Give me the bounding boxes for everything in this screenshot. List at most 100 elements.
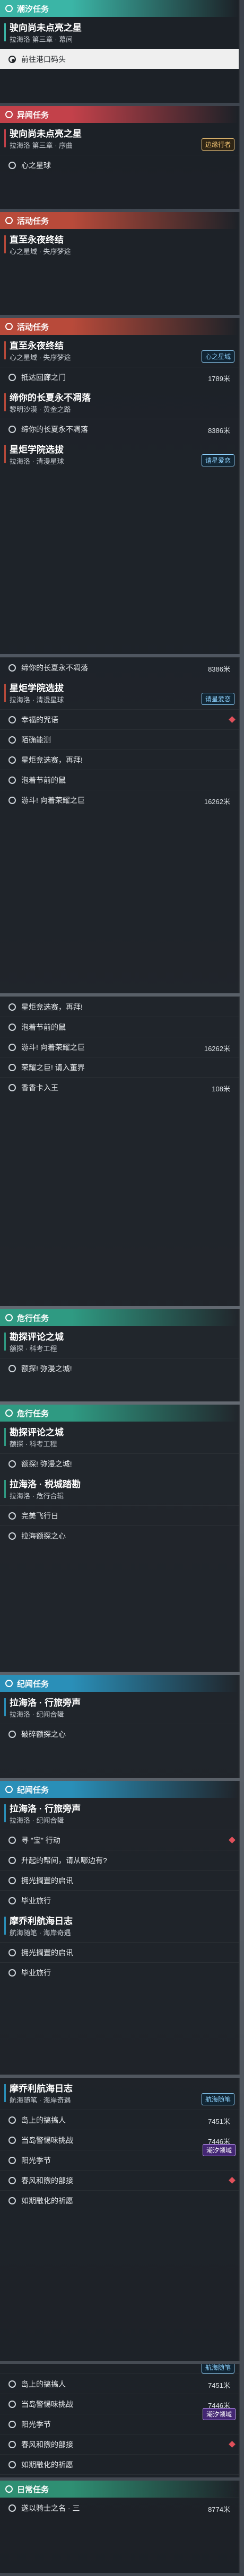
objective-distance: 7451米: [208, 2118, 230, 2125]
objective-ring-icon: [8, 797, 16, 804]
category-header[interactable]: 活动任务: [0, 212, 239, 229]
quest-header[interactable]: 直至永夜终结 心之星域 · 失序梦途 心之星域: [0, 335, 239, 367]
objective-distance: 8774米: [208, 2506, 230, 2513]
quest-objective[interactable]: 荣耀之巨! 请入董界: [0, 1057, 239, 1077]
quest-objective[interactable]: 抵达回廊之门 1789米: [0, 367, 239, 387]
objective-text: 额探! 弥漫之城!: [21, 1459, 72, 1468]
quest-header[interactable]: 驶向尚未点亮之星 拉海洛 第三章 · 幕间: [0, 17, 239, 49]
quest-header[interactable]: 星炬学院选拔 拉海洛 · 清漫星球 请星爱恋: [0, 439, 239, 471]
category-header[interactable]: 危行任务: [0, 1405, 239, 1422]
quest-objective[interactable]: 寻 "宝" 行动: [0, 1830, 239, 1850]
objective-distance: 7451米: [208, 2381, 230, 2389]
quest-objective[interactable]: 拥光搁置的启讯: [0, 1942, 239, 1962]
objective-ring-icon: [8, 716, 16, 724]
quest-objective[interactable]: 春风和煦的部接: [0, 2434, 239, 2454]
quest-badge: 请星爱恋: [201, 693, 234, 705]
quest-subtitle: 拉海洛 第三章 · 序曲: [10, 142, 73, 149]
quest-objective[interactable]: 岛上的搞搞人 7451米: [0, 2110, 239, 2130]
quest-header[interactable]: 拉海洛 · 行旅旁声 拉海洛 · 纪闻合辑: [0, 1798, 239, 1830]
quest-objective[interactable]: 阳光季节: [0, 2150, 239, 2170]
category-header[interactable]: 潮汐任务: [0, 0, 239, 17]
quest-objective[interactable]: 前往港口码头: [0, 49, 239, 69]
quest-objective[interactable]: 完美飞行日: [0, 1505, 239, 1525]
quest-objective[interactable]: 遂以骑士之名 · 三 8774米: [0, 2498, 239, 2518]
quest-header[interactable]: 摩乔利航海日志 航海随笔 · 海岸奇遇 航海随笔: [0, 2078, 239, 2110]
objective-text: 香香卡入王: [21, 1083, 58, 1092]
quest-objective[interactable]: 阳光季节: [0, 2414, 239, 2434]
quest-panel: 纪闻任务 拉海洛 · 行旅旁声 拉海洛 · 纪闻合辑寻 "宝" 行动 升起的帮间，请从…: [0, 1781, 240, 2075]
quest-objective[interactable]: 心之星球: [0, 155, 239, 175]
category-header[interactable]: 活动任务: [0, 318, 239, 335]
quest-objective[interactable]: 陌确能测: [0, 729, 239, 749]
quest-title: 拉海洛 · 行旅旁声: [10, 1698, 81, 1708]
quest-title: 拉海洛 · 行旅旁声: [10, 1804, 81, 1814]
quest-objective[interactable]: 破碎额探之心: [0, 1724, 239, 1744]
quest-objective[interactable]: 毕业旅行: [0, 1962, 239, 1982]
objective-text: 毕业旅行: [21, 1896, 51, 1905]
quest-objective[interactable]: 星炬竞选赛，再拜!: [0, 749, 239, 770]
objective-distance: 1789米: [208, 375, 230, 383]
quest-objective[interactable]: 泡着节前的鼠: [0, 770, 239, 790]
quest-panel: 活动任务直至永夜终结 心之星域 · 失序梦途: [0, 212, 240, 315]
objective-text: 额探! 弥漫之城!: [21, 1364, 72, 1373]
quest-header[interactable]: 直至永夜终结 心之星域 · 失序梦途: [0, 229, 239, 261]
quest-objective[interactable]: 幸福的咒语: [0, 709, 239, 729]
quest-objective[interactable]: 阿忻忆游: [0, 2474, 239, 2477]
quest-header[interactable]: 拉海洛 · 行旅旁声 拉海洛 · 纪闻合辑: [0, 1692, 239, 1724]
quest-accent-bar: [4, 445, 6, 463]
category-header[interactable]: 日常任务: [0, 2481, 239, 2498]
quest-objective[interactable]: 额探! 弥漫之城!: [0, 1358, 239, 1378]
quest-badge: 航海随笔: [201, 2364, 234, 2374]
quest-objective[interactable]: 春风和煦的部接: [0, 2170, 239, 2190]
quest-objective[interactable]: 当岛警惕味挑战 7446米 潮汐领域: [0, 2130, 239, 2156]
quest-subtitle: 拉海洛 · 纪闻合辑: [10, 1710, 64, 1718]
quest-header[interactable]: 拉海洛 · 税城踏勘 拉海洛 · 危行合辑: [0, 1474, 239, 1505]
category-header[interactable]: 危行任务: [0, 1309, 239, 1326]
category-label: 活动任务: [17, 216, 49, 226]
objective-ring-icon: [8, 1512, 16, 1520]
quest-objective[interactable]: 缔你的长夏永不凋落 8386米: [0, 657, 239, 677]
quest-objective[interactable]: 泡着节前的鼠: [0, 1017, 239, 1037]
objective-text: 拉海额探之心: [21, 1531, 66, 1540]
quest-header[interactable]: 勘探评论之城 额探 · 科考工程: [0, 1326, 239, 1358]
quest-log-scroll-strip[interactable]: 潮汐任务 驶向尚未点亮之星 拉海洛 第三章 · 幕间 前往港口码头 异闻任务 驶向尚未点亮…: [0, 0, 244, 2576]
quest-objective[interactable]: 升起的帮间，请从哪边有?: [0, 1850, 239, 1870]
quest-subtitle: 航海随笔 · 海岸奇遇: [10, 2096, 71, 2104]
objective-ring-icon: [8, 2421, 16, 2428]
quest-objective[interactable]: 岛上的搞搞人 7451米: [0, 2374, 239, 2394]
quest-objective[interactable]: 香香卡入王 108米: [0, 1077, 239, 1097]
quest-accent-bar: [4, 1333, 6, 1351]
category-header[interactable]: 纪闻任务: [0, 1781, 239, 1798]
category-icon: [5, 1314, 13, 1321]
quest-objective[interactable]: 星炬竞选赛，再拜!: [0, 996, 239, 1017]
quest-objective[interactable]: 如期融化的祈愿: [0, 2454, 239, 2474]
category-header[interactable]: 异闻任务: [0, 106, 239, 123]
quest-accent-bar: [4, 393, 6, 411]
quest-objective[interactable]: 游斗! 向着荣耀之巨 16262米: [0, 790, 239, 810]
quest-header[interactable]: 摩乔利航海日志 航海随笔 · 海岸奇遇: [0, 1910, 239, 1942]
quest-objective[interactable]: 缔你的长夏永不凋落 8386米: [0, 419, 239, 439]
objective-text: 抵达回廊之门: [21, 373, 66, 382]
quest-header[interactable]: 星炬学院选拔 拉海洛 · 清漫星球 请星爱恋: [0, 677, 239, 709]
quest-header[interactable]: 驶向尚未点亮之星 拉海洛 第三章 · 序曲 边缘行者: [0, 123, 239, 155]
objective-distance: 8386米: [208, 665, 230, 673]
quest-objective[interactable]: 额探! 弥漫之城!: [0, 1453, 239, 1474]
quest-objective[interactable]: 毕业旅行: [0, 1890, 239, 1910]
quest-subtitle: 航海随笔 · 海岸奇遇: [10, 1929, 71, 1937]
objective-text: 游斗! 向着荣耀之巨: [21, 796, 85, 805]
objective-ring-icon: [8, 374, 16, 381]
quest-objective[interactable]: 拥光搁置的启讯: [0, 1870, 239, 1890]
quest-title: 驶向尚未点亮之星: [10, 129, 82, 139]
quest-objective[interactable]: 游斗! 向着荣耀之巨 16262米: [0, 1037, 239, 1057]
alert-diamond-icon: [229, 2441, 236, 2448]
objective-ring-icon: [8, 1897, 16, 1904]
quest-objective[interactable]: 如期融化的祈愿: [0, 2190, 239, 2210]
category-label: 活动任务: [17, 322, 49, 332]
quest-objective[interactable]: 当岛警惕味挑战 7446米 潮汐领域: [0, 2394, 239, 2420]
category-header[interactable]: 纪闻任务: [0, 1675, 239, 1692]
objective-text: 如期融化的祈愿: [21, 2460, 73, 2469]
quest-objective[interactable]: 拉海额探之心: [0, 1525, 239, 1546]
objective-ring-icon: [8, 2197, 16, 2204]
quest-header[interactable]: 缔你的长夏永不凋落 黎明沙漠 · 黄金之路: [0, 387, 239, 419]
quest-header[interactable]: 勘探评论之城 额探 · 科考工程: [0, 1422, 239, 1453]
